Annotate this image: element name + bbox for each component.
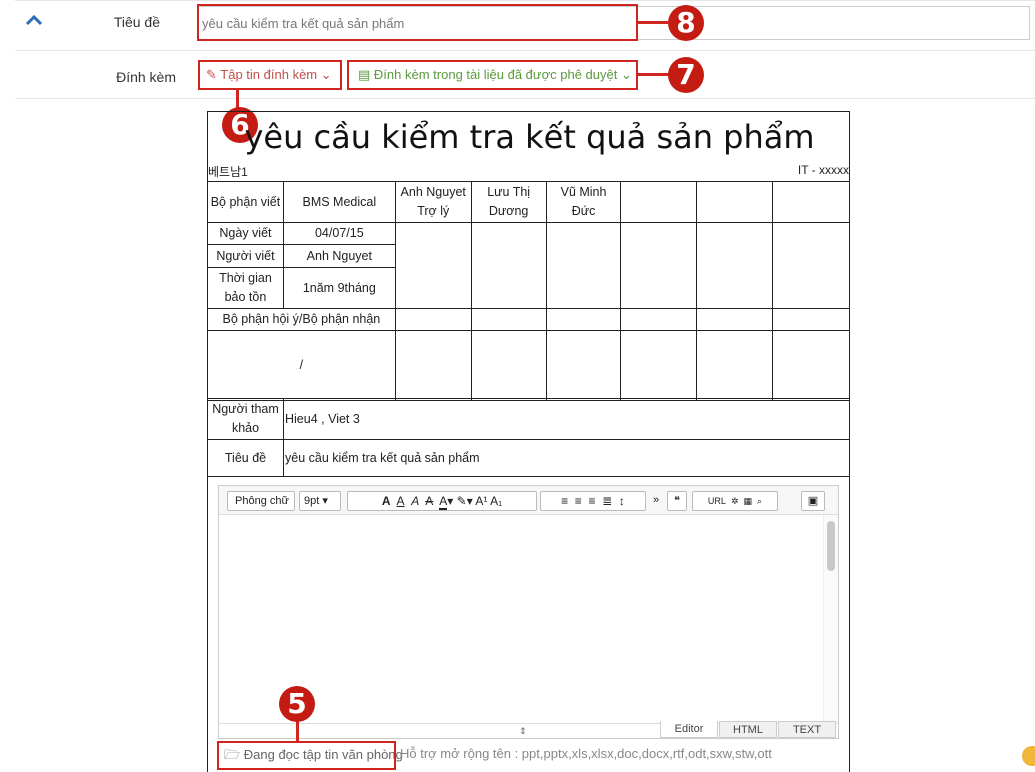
attach-label: Đính kèm — [116, 69, 176, 85]
quote-icon[interactable]: ❝ — [667, 491, 687, 511]
font-size-select[interactable]: 9pt ▾ — [299, 491, 341, 511]
editor-toolbar: Phông chữ 9pt ▾ A A A A A▾ ✎▾ A¹ A₁ ≡ ≡ … — [219, 486, 838, 515]
align-justify-icon[interactable]: ≣ — [602, 494, 612, 508]
retention-value: 1năm 9tháng — [282, 267, 396, 309]
align-center-icon[interactable]: ≡ — [575, 494, 582, 508]
doc-left-code: 베트남1 — [208, 165, 248, 179]
annotation-box-6 — [198, 60, 342, 90]
dept-value: BMS Medical — [282, 181, 396, 223]
help-bubble-icon[interactable] — [1022, 746, 1035, 766]
approver-1: Anh Nguyet Trợ lý — [394, 181, 472, 223]
ref-value: Hieu4 , Viet 3 — [283, 398, 850, 440]
align-right-icon[interactable]: ≡ — [588, 494, 595, 508]
subscript-icon[interactable]: A₁ — [490, 494, 502, 508]
strikethrough-icon[interactable]: A — [425, 494, 433, 508]
tab-text[interactable]: TEXT — [778, 721, 836, 738]
font-family-select[interactable]: Phông chữ — [227, 491, 295, 511]
annotation-box-8 — [197, 4, 638, 41]
approver-4 — [620, 181, 698, 223]
format-group: A A A A A▾ ✎▾ A¹ A₁ — [347, 491, 537, 511]
dept-label: Bộ phận viết — [207, 181, 284, 223]
date-value: 04/07/15 — [282, 222, 396, 245]
italic-icon[interactable]: A — [411, 494, 419, 508]
align-left-icon[interactable]: ≡ — [561, 494, 568, 508]
support-hint: Hỗ trợ mở rộng tên : ppt,pptx,xls,xlsx,d… — [400, 746, 772, 761]
line-height-icon[interactable]: ↕ — [619, 494, 625, 508]
annotation-box-7 — [347, 60, 638, 90]
editor-scrollbar[interactable] — [823, 515, 838, 725]
editor-mode-bar: ⇕ Editor HTML TEXT — [219, 721, 838, 738]
approver-3: Vũ Minh Đức — [545, 181, 622, 223]
writer-value: Anh Nguyet — [282, 244, 396, 268]
highlight-icon[interactable]: ✎ — [457, 494, 467, 508]
insert-group: URL ✲ ▦ ⌕ — [692, 491, 778, 511]
writer-label: Người viết — [207, 244, 284, 268]
cc-label: Bộ phận hội ý/Bộ phận nhận — [207, 308, 396, 331]
bold-icon[interactable]: A — [382, 494, 391, 508]
special-char-icon[interactable]: ✲ — [731, 496, 739, 506]
more-icon[interactable]: » — [649, 491, 663, 511]
superscript-icon[interactable]: A¹ — [475, 494, 487, 508]
tab-editor[interactable]: Editor — [660, 721, 718, 738]
resize-handle-icon[interactable]: ⇕ — [519, 726, 527, 737]
doc-title: yêu cầu kiểm tra kết quả sản phẩm — [244, 118, 815, 156]
tab-html[interactable]: HTML — [719, 721, 777, 738]
approver-5 — [696, 181, 774, 223]
subject-label: Tiêu đề — [207, 439, 284, 477]
ref-label: Người tham khảo — [207, 398, 284, 440]
cc-value: / — [207, 330, 396, 401]
link-icon[interactable]: URL — [708, 496, 726, 506]
approver-2: Lưu Thị Dương — [470, 181, 547, 223]
find-icon[interactable]: ⌕ — [757, 496, 762, 506]
approval-table: Bộ phận viết BMS Medical Anh Nguyet Trợ … — [207, 181, 850, 401]
align-group: ≡ ≡ ≡ ≣ ↕ — [540, 491, 646, 511]
subject-value: yêu cầu kiểm tra kết quả sản phẩm — [283, 439, 850, 477]
underline-icon[interactable]: A — [397, 494, 405, 508]
retention-label: Thời gian bảo tồn — [207, 267, 284, 309]
font-color-icon[interactable]: A — [439, 494, 448, 510]
image-icon[interactable]: ▣ — [801, 491, 825, 511]
callout-badge-5: 5 — [279, 686, 315, 722]
callout-badge-7: 7 — [668, 57, 704, 93]
approver-6 — [772, 181, 850, 223]
table-icon[interactable]: ▦ — [744, 496, 753, 506]
callout-badge-8: 8 — [668, 5, 704, 41]
annotation-box-5 — [217, 741, 396, 770]
title-label: Tiêu đề — [113, 14, 160, 30]
reference-table: Người tham khảo Hieu4 , Viet 3 Tiêu đề y… — [207, 398, 850, 477]
doc-right-code: IT - xxxxx — [797, 163, 849, 177]
date-label: Ngày viết — [207, 222, 284, 245]
